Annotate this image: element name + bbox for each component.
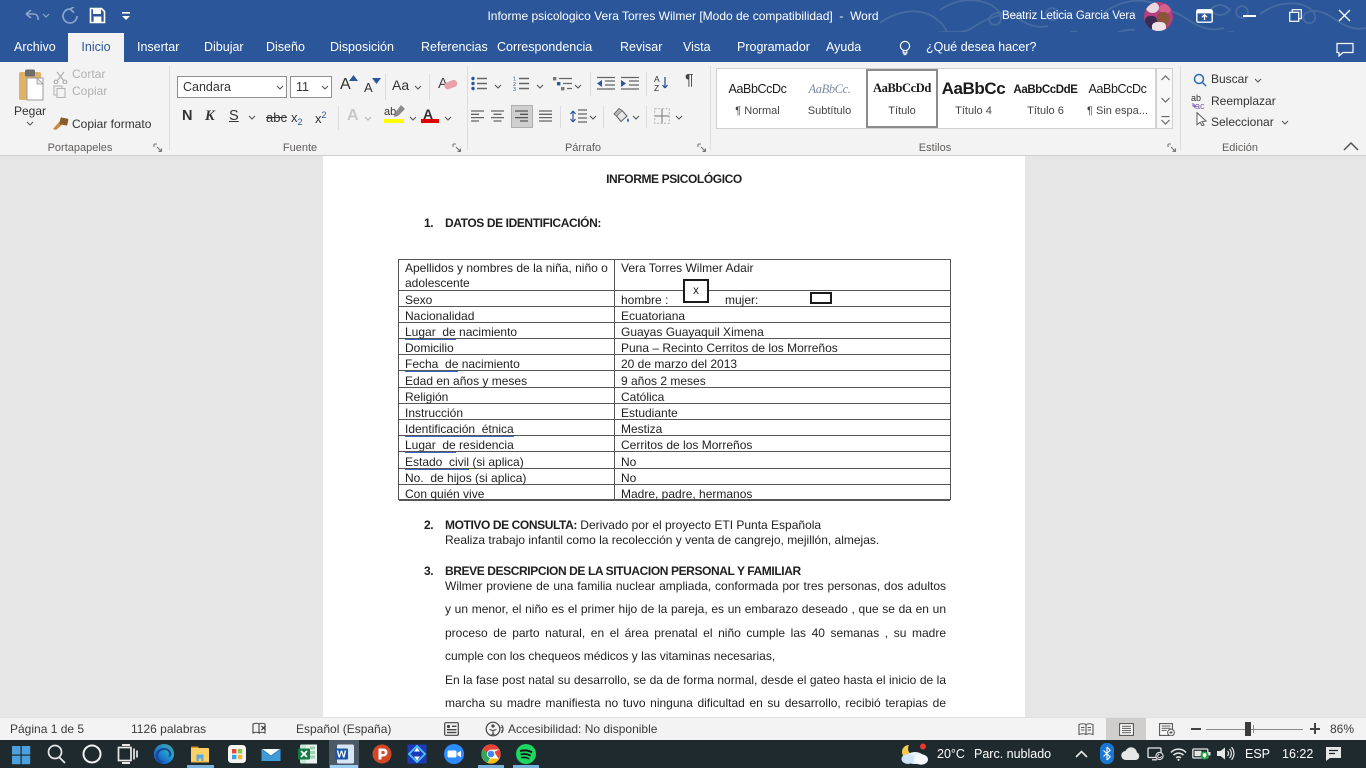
svg-text:Z: Z xyxy=(654,83,659,92)
svg-text:ac: ac xyxy=(1195,101,1205,109)
svg-text:3: 3 xyxy=(513,87,516,91)
svg-text:?: ? xyxy=(500,726,505,735)
